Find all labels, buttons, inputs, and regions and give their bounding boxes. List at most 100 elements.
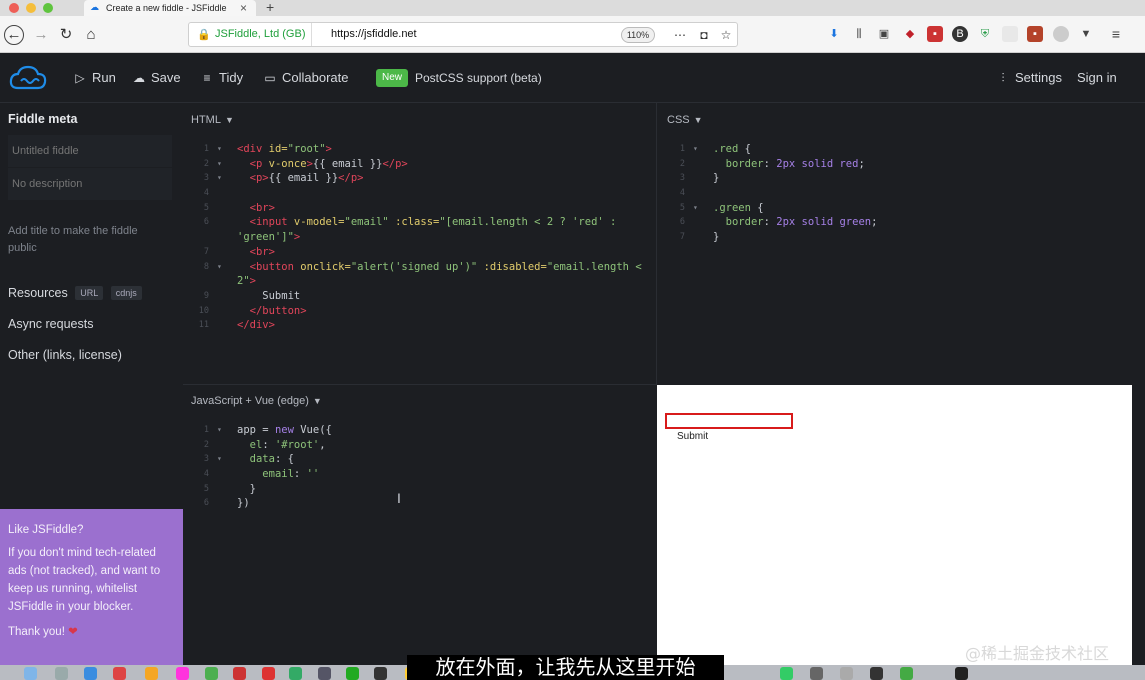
site-identity[interactable]: JSFiddle, Ltd (GB) — [215, 23, 313, 46]
code-line[interactable]: 2 border: 2px solid red; — [667, 157, 1127, 172]
dock-app-icon[interactable] — [955, 667, 968, 680]
dock-app-icon[interactable] — [55, 667, 68, 680]
dock-app-icon[interactable] — [205, 667, 218, 680]
browser-tab[interactable]: ☁ Create a new fiddle - JSFiddle — [84, 0, 256, 16]
code-line[interactable]: 1 ▾ <div id="root"> — [191, 142, 651, 157]
fold-arrow-icon[interactable]: ▾ — [217, 171, 222, 186]
tidy-button[interactable]: ≡ Tidy — [199, 68, 243, 88]
dock-app-icon[interactable] — [233, 667, 246, 680]
code-line[interactable]: 4 — [191, 186, 651, 201]
code-line[interactable]: 3} — [667, 171, 1127, 186]
code-line[interactable]: 3 ▾ data: { — [191, 452, 651, 467]
reload-icon[interactable]: ↻ — [55, 24, 77, 46]
dock-app-icon[interactable] — [900, 667, 913, 680]
extension-blank-icon[interactable] — [1002, 26, 1018, 42]
code-line[interactable]: 5 ▾ .green { — [667, 201, 1127, 216]
dock-app-icon[interactable] — [870, 667, 883, 680]
code-line[interactable]: 3 ▾ <p>{{ email }}</p> — [191, 171, 651, 186]
zoom-level[interactable]: 110% — [621, 27, 655, 43]
resources-section[interactable]: Resources URL cdnjs — [8, 286, 142, 300]
html-editor[interactable]: 1 ▾ <div id="root"> 2 ▾ <p v-once>{{ email }… — [191, 142, 651, 333]
extension-orange-icon[interactable]: ▪ — [1027, 26, 1043, 42]
submit-button[interactable]: Submit — [677, 431, 708, 443]
css-editor[interactable]: 1 ▾ .red {2 border: 2px solid red; 3} 4 5 ▾ .gr… — [667, 142, 1127, 245]
dock-app-icon[interactable] — [145, 667, 158, 680]
resources-cdnjs-chip[interactable]: cdnjs — [110, 286, 142, 300]
fold-arrow-icon[interactable]: ▾ — [693, 142, 698, 157]
js-editor[interactable]: 1 ▾ app = new Vue({2 el: '#root', 3 ▾ data: … — [191, 423, 651, 511]
save-button[interactable]: ☁ Save — [131, 68, 181, 88]
extension-gray-icon[interactable] — [1053, 26, 1069, 42]
code-line[interactable]: 9 Submit — [191, 289, 651, 304]
dock-app-icon[interactable] — [176, 667, 189, 680]
menu-icon[interactable]: ≡ — [1108, 26, 1124, 42]
library-icon[interactable]: ⫼ — [851, 26, 867, 42]
sidebar-icon[interactable]: ▣ — [876, 26, 892, 42]
fold-arrow-icon[interactable]: ▾ — [217, 423, 222, 438]
extension-red-icon[interactable]: ▪ — [927, 26, 943, 42]
fold-arrow-icon[interactable]: ▾ — [217, 142, 222, 157]
fold-arrow-icon[interactable]: ▾ — [217, 260, 222, 275]
back-icon[interactable]: ← — [4, 25, 24, 45]
home-icon[interactable]: ⌂ — [80, 24, 102, 46]
code-line[interactable]: 6 <input v-model="email" :class="[email.… — [191, 215, 651, 230]
fold-arrow-icon[interactable]: ▾ — [693, 201, 698, 216]
address-bar[interactable]: 🔒 JSFiddle, Ltd (GB) https://jsfiddle.ne… — [188, 22, 738, 47]
code-line[interactable]: 7 <br> — [191, 245, 651, 260]
fiddle-description-input[interactable] — [8, 168, 172, 200]
dock-app-icon[interactable] — [262, 667, 275, 680]
code-line[interactable]: 4 email: '' — [191, 467, 651, 482]
pane-divider-vertical[interactable] — [656, 103, 657, 385]
jsfiddle-logo-icon[interactable] — [8, 64, 48, 92]
tab-close-icon[interactable]: × — [240, 0, 247, 16]
code-line[interactable]: 2 ▾ <p v-once>{{ email }}</p> — [191, 157, 651, 172]
sign-in-button[interactable]: Sign in — [1077, 68, 1117, 88]
download-icon[interactable]: ⬇ — [826, 26, 842, 42]
shield-icon[interactable]: ⛨ — [977, 26, 993, 42]
new-tab-button[interactable]: + — [266, 0, 274, 15]
code-line[interactable]: 5 <br> — [191, 201, 651, 216]
collaborate-button[interactable]: ▭ Collaborate — [262, 68, 348, 88]
dock-app-icon[interactable] — [810, 667, 823, 680]
run-button[interactable]: ▷ Run — [72, 68, 115, 88]
dock-app-icon[interactable] — [24, 667, 37, 680]
code-line[interactable]: 6 border: 2px solid green; — [667, 215, 1127, 230]
css-pane-header[interactable]: CSS ▼ — [667, 114, 703, 126]
dock-app-icon[interactable] — [113, 667, 126, 680]
bookmark-star-icon[interactable]: ☆ — [717, 26, 735, 44]
js-pane-header[interactable]: JavaScript + Vue (edge) ▼ — [191, 395, 322, 407]
code-line[interactable]: 1 ▾ app = new Vue({ — [191, 423, 651, 438]
extension-b-icon[interactable]: B — [952, 26, 968, 42]
code-line[interactable]: 8 ▾ <button onclick="alert('signed up')" … — [191, 260, 651, 275]
close-window-button[interactable] — [9, 3, 19, 13]
code-line[interactable]: 2 el: '#root', — [191, 438, 651, 453]
code-line[interactable]: 7} — [667, 230, 1127, 245]
ublock-icon[interactable]: ◆ — [902, 26, 918, 42]
code-line[interactable]: 4 — [667, 186, 1127, 201]
settings-button[interactable]: ⫶ Settings — [995, 68, 1062, 88]
pane-divider-horizontal[interactable] — [183, 384, 657, 385]
dock-app-icon[interactable] — [318, 667, 331, 680]
async-requests-section[interactable]: Async requests — [8, 317, 93, 331]
fold-arrow-icon[interactable]: ▾ — [217, 452, 222, 467]
other-section[interactable]: Other (links, license) — [8, 348, 122, 362]
code-line[interactable]: 1 ▾ .red { — [667, 142, 1127, 157]
forward-icon[interactable]: → — [30, 24, 52, 46]
email-input[interactable] — [665, 413, 793, 429]
code-line[interactable]: 6}) — [191, 496, 651, 511]
dock-app-icon[interactable] — [374, 667, 387, 680]
resources-url-chip[interactable]: URL — [75, 286, 104, 300]
dock-app-icon[interactable] — [780, 667, 793, 680]
pocket-icon[interactable]: ◘ — [695, 26, 713, 44]
minimize-window-button[interactable] — [26, 3, 36, 13]
code-line[interactable]: 'green']"> — [191, 230, 651, 245]
vue-devtools-icon[interactable]: ▼ — [1078, 26, 1094, 42]
dock-app-icon[interactable] — [840, 667, 853, 680]
page-actions-icon[interactable]: ⋯ — [671, 26, 689, 44]
code-line[interactable]: 10 </button> — [191, 304, 651, 319]
code-line[interactable]: 2"> — [191, 274, 651, 289]
dock-app-icon[interactable] — [346, 667, 359, 680]
code-line[interactable]: 5 } — [191, 482, 651, 497]
dock-app-icon[interactable] — [289, 667, 302, 680]
code-line[interactable]: 11 </div> — [191, 318, 651, 333]
